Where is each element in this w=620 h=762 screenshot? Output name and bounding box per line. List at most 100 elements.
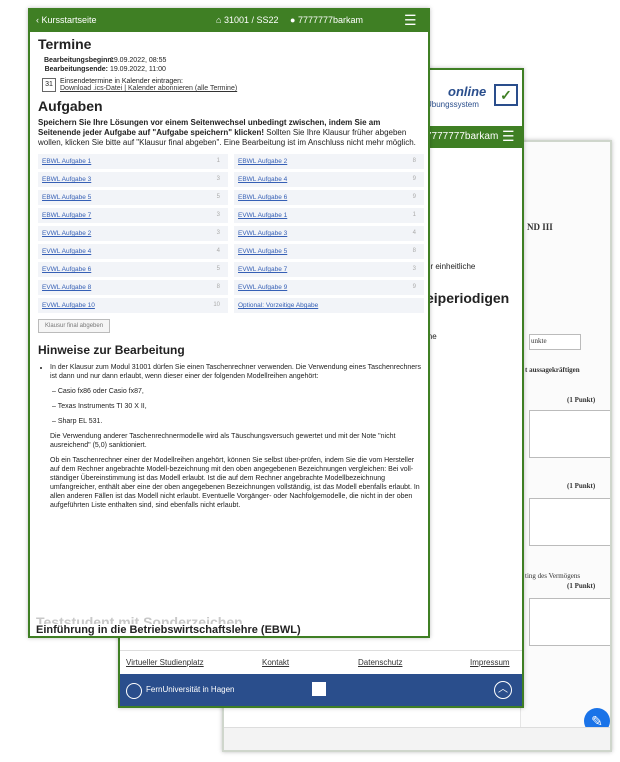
course-link[interactable]: ⌂ 31001 / SS22 <box>216 15 279 25</box>
paper-note-1: t aussagekräftigen <box>525 366 580 374</box>
calendar-links[interactable]: Download .ics-Datei | Kalender abonniere… <box>60 85 237 92</box>
task-item[interactable]: Optional: Vorzeitige Abgabe <box>234 298 424 313</box>
task-link[interactable]: EVWL Aufgabe 4 <box>42 248 91 255</box>
model-sharp: – Sharp EL 531. <box>52 418 103 425</box>
task-link[interactable]: Optional: Vorzeitige Abgabe <box>238 302 318 309</box>
footer-link-datenschutz[interactable]: Datenschutz <box>358 658 402 667</box>
user-link[interactable]: ● 7777777barkam <box>290 15 363 25</box>
user-icon: ● <box>290 15 296 25</box>
task-link[interactable]: EBWL Aufgabe 1 <box>42 158 91 165</box>
task-count: 1 <box>412 212 416 218</box>
task-link[interactable]: EBWL Aufgabe 2 <box>238 158 287 165</box>
answer-box-3 <box>529 598 610 646</box>
task-item[interactable]: EBWL Aufgabe 1 1 <box>38 154 228 169</box>
aufgaben-title: Aufgaben <box>38 98 103 114</box>
paper-points-1: (1 Punkt) <box>567 396 596 404</box>
task-link[interactable]: EVWL Aufgabe 9 <box>238 284 287 291</box>
university-name: FernUniversität in Hagen <box>146 685 235 694</box>
bottom-nav-bar <box>224 727 610 750</box>
task-count: 8 <box>412 158 416 164</box>
footer-link-kontakt[interactable]: Kontakt <box>262 658 289 667</box>
task-link[interactable]: EBWL Aufgabe 6 <box>238 194 287 201</box>
task-count: 10 <box>213 302 220 308</box>
task-count: 8 <box>412 248 416 254</box>
back-link-label: Kursstartseite <box>41 15 97 25</box>
task-count: 5 <box>216 194 220 200</box>
task-link[interactable]: EVWL Aufgabe 3 <box>238 230 287 237</box>
task-item[interactable]: EVWL Aufgabe 4 4 <box>38 244 228 259</box>
home-icon: ⌂ <box>216 15 222 25</box>
calendar-row: 31 Einsendetermine in Kalender eintragen… <box>42 78 422 92</box>
footer-link-impressum[interactable]: Impressum <box>470 658 510 667</box>
hinweise-title: Hinweise zur Bearbeitung <box>38 343 185 357</box>
task-link[interactable]: EBWL Aufgabe 5 <box>42 194 91 201</box>
hints-list: In der Klausur zum Modul 31001 dürfen Si… <box>50 363 422 510</box>
answer-box-2 <box>529 498 610 546</box>
task-item[interactable]: EVWL Aufgabe 8 8 <box>38 280 228 295</box>
scroll-up-icon[interactable]: ︿ <box>494 681 512 699</box>
task-count: 9 <box>412 194 416 200</box>
hamburger-icon[interactable]: ☰ <box>404 12 417 29</box>
task-link[interactable]: EVWL Aufgabe 6 <box>42 266 91 273</box>
footer-links: Virtueller Studienplatz Kontakt Datensch… <box>120 650 522 675</box>
task-count: 9 <box>412 284 416 290</box>
task-link[interactable]: EBWL Aufgabe 3 <box>42 176 91 183</box>
task-item[interactable]: EBWL Aufgabe 6 9 <box>234 190 424 205</box>
task-link[interactable]: EVWL Aufgabe 7 <box>238 266 287 273</box>
task-item[interactable]: EVWL Aufgabe 10 10 <box>38 298 228 313</box>
task-link[interactable]: EVWL Aufgabe 1 <box>238 212 287 219</box>
mid-user[interactable]: 7777777barkam <box>426 131 498 142</box>
task-count: 4 <box>412 230 416 236</box>
front-header: ‹ Kursstartseite ⌂ 31001 / SS22 ● 777777… <box>30 10 428 32</box>
paper-punkte-label: unkte <box>531 337 547 345</box>
start-value: 19.09.2022, 08:55 <box>109 57 167 64</box>
exam-paper-preview: ND III unkte t aussagekräftigen (1 Punkt… <box>520 142 610 750</box>
task-link[interactable]: EBWL Aufgabe 7 <box>42 212 91 219</box>
task-link[interactable]: EBWL Aufgabe 4 <box>238 176 287 183</box>
paper-points-3: (1 Punkt) <box>567 582 596 590</box>
task-link[interactable]: EVWL Aufgabe 8 <box>42 284 91 291</box>
front-screen: ‹ Kursstartseite ⌂ 31001 / SS22 ● 777777… <box>28 8 430 638</box>
task-item[interactable]: EVWL Aufgabe 1 1 <box>234 208 424 223</box>
model-ti: – Texas Instruments TI 30 X II, <box>52 403 147 410</box>
task-count: 9 <box>412 176 416 182</box>
final-submit-button[interactable]: Klausur final abgeben <box>38 319 111 333</box>
university-footer: FernUniversität in Hagen ︿ <box>120 674 522 706</box>
task-item[interactable]: EVWL Aufgabe 3 4 <box>234 226 424 241</box>
task-item[interactable]: EVWL Aufgabe 2 3 <box>38 226 228 241</box>
hamburger-icon[interactable]: ☰ <box>502 128 515 145</box>
paper-points-2: (1 Punkt) <box>567 482 596 490</box>
task-item[interactable]: EBWL Aufgabe 5 5 <box>38 190 228 205</box>
online-uebungssystem-logo: online Übungssystem ✓ <box>420 74 522 126</box>
task-item[interactable]: EVWL Aufgabe 7 3 <box>234 262 424 277</box>
task-item[interactable]: EVWL Aufgabe 9 9 <box>234 280 424 295</box>
logo-sub: Übungssystem <box>426 100 479 109</box>
hint-intro: In der Klausur zum Modul 31001 dürfen Si… <box>50 364 421 380</box>
answer-box-1 <box>529 410 610 458</box>
task-count: 5 <box>216 266 220 272</box>
task-link[interactable]: EVWL Aufgabe 2 <box>42 230 91 237</box>
hint-item: In der Klausur zum Modul 31001 dürfen Si… <box>50 363 422 510</box>
task-item[interactable]: EVWL Aufgabe 5 8 <box>234 244 424 259</box>
hint-para-2: Ob ein Taschenrechner einer der Modellre… <box>50 457 420 509</box>
task-count: 8 <box>216 284 220 290</box>
task-item[interactable]: EBWL Aufgabe 3 3 <box>38 172 228 187</box>
bearbeitung-times: Bearbeitungsbeginn: 19.09.2022, 08:55 Be… <box>44 56 422 74</box>
task-count: 1 <box>216 158 220 164</box>
task-link[interactable]: EVWL Aufgabe 10 <box>42 302 95 309</box>
logo-text: online <box>448 84 487 99</box>
task-count: 3 <box>412 266 416 272</box>
task-item[interactable]: EVWL Aufgabe 6 5 <box>38 262 228 277</box>
start-label: Bearbeitungsbeginn: <box>44 57 115 64</box>
task-count: 4 <box>216 248 220 254</box>
front-content: Termine Bearbeitungsbeginn: 19.09.2022, … <box>38 36 424 517</box>
qr-code-icon[interactable] <box>312 682 326 696</box>
back-link[interactable]: ‹ Kursstartseite <box>36 15 97 25</box>
task-link[interactable]: EVWL Aufgabe 5 <box>238 248 287 255</box>
task-item[interactable]: EBWL Aufgabe 7 3 <box>38 208 228 223</box>
save-warning: Speichern Sie Ihre Lösungen vor einem Se… <box>38 118 422 148</box>
footer-link-studienplatz[interactable]: Virtueller Studienplatz <box>126 658 204 667</box>
task-item[interactable]: EBWL Aufgabe 4 9 <box>234 172 424 187</box>
task-item[interactable]: EBWL Aufgabe 2 8 <box>234 154 424 169</box>
termine-title: Termine <box>38 36 92 52</box>
